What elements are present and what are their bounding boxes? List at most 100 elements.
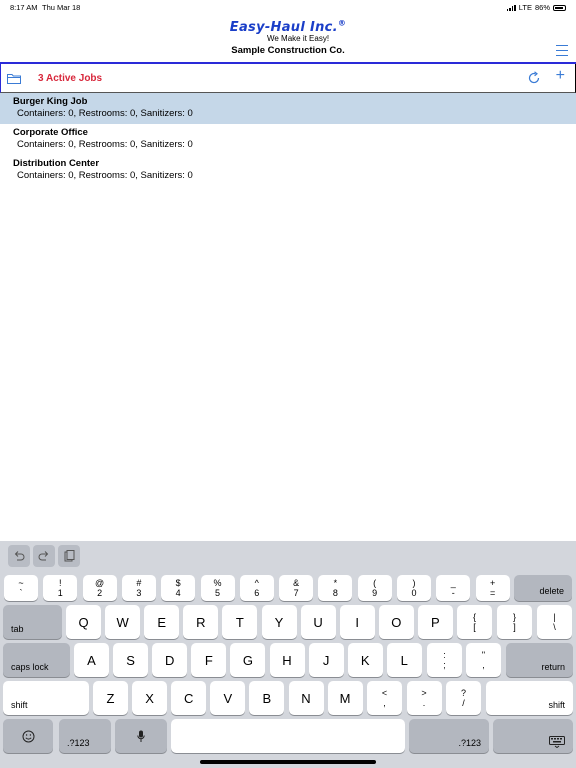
undo-icon[interactable] <box>8 545 30 567</box>
return-key[interactable]: return <box>506 643 573 677</box>
key-s[interactable]: S <box>113 643 149 677</box>
jobs-list: Burger King Job Containers: 0, Restrooms… <box>0 93 576 186</box>
key-punct-0[interactable]: :; <box>427 643 462 677</box>
key-top-glyph: " <box>481 650 486 660</box>
caps-lock-key[interactable]: caps lock <box>3 643 70 677</box>
right-shift-key[interactable]: shift <box>486 681 573 715</box>
key-u[interactable]: U <box>300 605 336 639</box>
key--[interactable]: _ - <box>436 575 471 601</box>
delete-key[interactable]: delete <box>514 575 572 601</box>
key-f[interactable]: F <box>191 643 227 677</box>
key-o[interactable]: O <box>378 605 414 639</box>
key-c[interactable]: C <box>171 681 207 715</box>
key-bottom-glyph: 5 <box>214 588 220 598</box>
key-bottom-glyph: 6 <box>254 588 260 598</box>
key-q[interactable]: Q <box>66 605 101 639</box>
key-y[interactable]: Y <box>261 605 297 639</box>
key-7[interactable]: & 7 <box>279 575 314 601</box>
key-m[interactable]: M <box>327 681 363 715</box>
status-bar: 8:17 AM Thu Mar 18 LTE 86% <box>0 0 576 14</box>
battery-icon <box>553 4 566 11</box>
logo-text: Easy-Haul Inc. <box>229 20 338 35</box>
key-4[interactable]: $4 <box>161 575 196 601</box>
key-j[interactable]: J <box>308 643 344 677</box>
key-z[interactable]: Z <box>93 681 128 715</box>
key-x[interactable]: X <box>132 681 168 715</box>
key-bottom-glyph: / <box>462 698 465 708</box>
numbers-key[interactable]: .?123 <box>59 719 111 753</box>
folder-icon[interactable] <box>7 73 21 84</box>
list-item[interactable]: Corporate Office Containers: 0, Restroom… <box>0 124 576 155</box>
job-detail: Containers: 0, Restrooms: 0, Sanitizers:… <box>17 139 193 150</box>
key-punct-z-2[interactable]: ? / <box>446 681 481 715</box>
keyboard-dismiss-icon[interactable] <box>493 719 573 753</box>
key-[[interactable]: {[ <box>457 605 492 639</box>
plus-icon[interactable]: + <box>556 68 565 84</box>
key-k[interactable]: K <box>347 643 383 677</box>
key-p[interactable]: P <box>417 605 453 639</box>
key-5[interactable]: % 5 <box>200 575 235 601</box>
key-top-glyph: # <box>136 578 142 588</box>
microphone-icon[interactable] <box>115 719 167 753</box>
key-`[interactable]: ~ ` <box>4 575 38 601</box>
key-][interactable]: }] <box>497 605 532 639</box>
key-l[interactable]: L <box>386 643 422 677</box>
emoji-icon[interactable] <box>3 719 53 753</box>
key-punct-z-0[interactable]: <, <box>367 681 402 715</box>
key-1[interactable]: ! 1 <box>43 575 78 601</box>
key-8[interactable]: * 8 <box>318 575 353 601</box>
key-t[interactable]: T <box>222 605 258 639</box>
key-=[interactable]: + = <box>475 575 510 601</box>
key-3[interactable]: #3 <box>121 575 156 601</box>
shortcut-bar <box>8 545 80 567</box>
key-top-glyph: ? <box>460 688 466 698</box>
key-g[interactable]: G <box>230 643 266 677</box>
key-bottom-glyph: , <box>383 698 386 708</box>
key-w[interactable]: W <box>105 605 141 639</box>
key-i[interactable]: I <box>339 605 375 639</box>
list-item[interactable]: Distribution Center Containers: 0, Restr… <box>0 155 576 186</box>
paste-icon[interactable] <box>58 545 80 567</box>
job-name: Burger King Job <box>13 96 88 107</box>
key-v[interactable]: V <box>210 681 246 715</box>
refresh-icon[interactable] <box>527 71 541 85</box>
key-6[interactable]: ^ 6 <box>239 575 274 601</box>
key-h[interactable]: H <box>269 643 305 677</box>
left-shift-key[interactable]: shift <box>3 681 89 715</box>
key-top-glyph: $ <box>175 578 181 588</box>
key-punct-z-1[interactable]: >. <box>406 681 442 715</box>
key-bottom-glyph: 9 <box>372 588 378 598</box>
key-top-glyph: ! <box>59 578 62 588</box>
hamburger-menu-icon[interactable] <box>556 45 568 56</box>
key-a[interactable]: A <box>74 643 109 677</box>
key-bottom-glyph: ] <box>513 622 516 632</box>
key-punct-1[interactable]: ", <box>466 643 501 677</box>
registered-mark: ® <box>337 18 347 28</box>
redo-icon[interactable] <box>33 545 55 567</box>
key-9[interactable]: (9 <box>357 575 392 601</box>
key-bottom-glyph: 2 <box>97 588 103 598</box>
key-b[interactable]: B <box>249 681 285 715</box>
key-\[interactable]: | \ <box>537 605 572 639</box>
key-bottom-glyph: 1 <box>57 588 63 598</box>
numbers-key-right[interactable]: .?123 <box>409 719 489 753</box>
status-right: LTE 86% <box>506 3 566 12</box>
tab-key[interactable]: tab <box>3 605 62 639</box>
key-top-glyph: * <box>333 578 338 588</box>
key-d[interactable]: D <box>152 643 188 677</box>
list-item[interactable]: Burger King Job Containers: 0, Restrooms… <box>0 93 576 124</box>
company-name: Sample Construction Co. <box>231 45 345 56</box>
home-indicator <box>200 760 376 764</box>
key-e[interactable]: E <box>144 605 180 639</box>
active-jobs-count: 3 Active Jobs <box>38 73 103 84</box>
key-0[interactable]: ) 0 <box>397 575 431 601</box>
key-top-glyph: ( <box>373 578 377 588</box>
key-r[interactable]: R <box>183 605 219 639</box>
key-n[interactable]: N <box>288 681 324 715</box>
key-2[interactable]: @2 <box>82 575 117 601</box>
key-bottom-glyph: - <box>451 588 455 598</box>
space-bar[interactable] <box>171 719 405 753</box>
key-bottom-glyph: ; <box>443 660 446 670</box>
key-top-glyph: } <box>512 612 516 622</box>
jobs-toolbar: 3 Active Jobs + <box>0 64 576 93</box>
